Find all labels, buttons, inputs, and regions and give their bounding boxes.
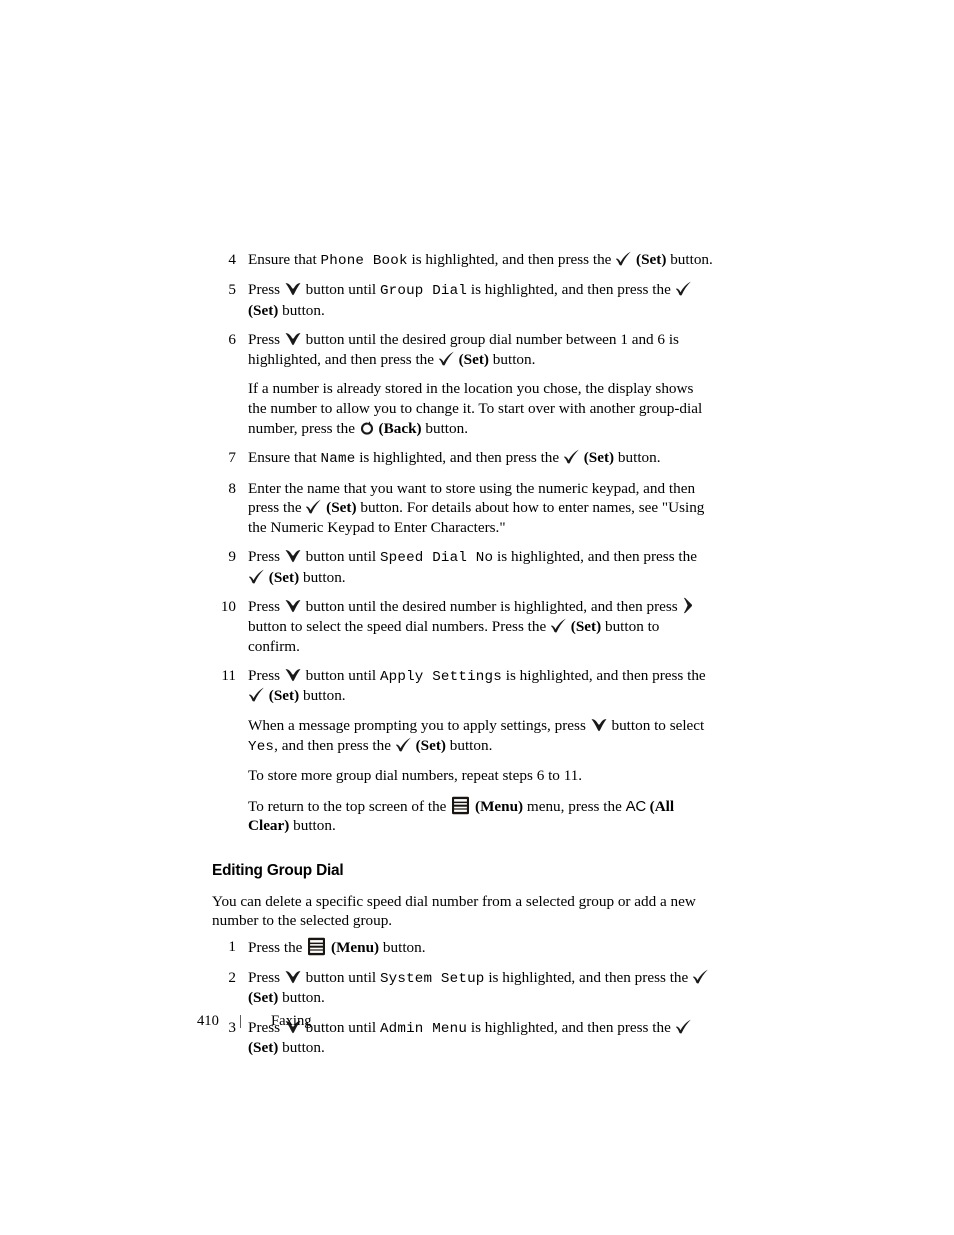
step-item: 2 Press button until System Setup is high… — [212, 968, 714, 1008]
step-number: 6 — [228, 331, 236, 349]
section-intro-paragraph: You can delete a specific speed dial num… — [212, 892, 696, 930]
checkmark-set-icon — [395, 737, 412, 752]
button-name-label: (Set) — [248, 988, 279, 1006]
footer-separator: | — [239, 1013, 242, 1029]
back-arrow-icon — [359, 421, 375, 436]
step-number: 11 — [221, 667, 236, 685]
step-item: 11 Press button until Apply Settings is h… — [212, 666, 714, 706]
step-item: 1 Press the (Menu) button. — [212, 937, 714, 958]
note-apply-settings: When a message prompting you to apply se… — [248, 717, 705, 755]
button-name-label: (Set) — [579, 449, 615, 467]
checkmark-set-icon — [675, 1019, 692, 1034]
step-text: Ensure that Phone Book is highlighted, a… — [248, 251, 713, 269]
button-name-label: (Set) — [567, 617, 602, 635]
down-arrow-icon — [285, 970, 301, 984]
step-number: 8 — [228, 479, 236, 497]
steps-list-editing-group-dial: 1 Press the (Menu) button. 2 Press button u… — [212, 937, 714, 1057]
button-name-label: (Set) — [632, 251, 667, 268]
checkmark-set-icon — [305, 499, 322, 514]
step-item: 5 Press button until Group Dial is highli… — [212, 280, 714, 320]
step-text: Press button until System Setup is highl… — [248, 968, 714, 1008]
step-item: 4 Ensure that Phone Book is highlighted, … — [212, 250, 714, 270]
down-arrow-icon — [285, 282, 301, 296]
right-chevron-icon — [682, 597, 694, 614]
step-text: Ensure that Name is highlighted, and the… — [248, 449, 661, 468]
checkmark-set-icon — [563, 449, 580, 464]
note-return-top-screen: To return to the top screen of the (Menu… — [248, 796, 675, 835]
step-text: Press button until Group Dial is highlig… — [248, 280, 714, 320]
all-clear-icon: AC — [625, 797, 647, 815]
down-arrow-icon — [285, 332, 301, 346]
down-arrow-icon — [285, 599, 301, 613]
step-item: 9 Press button until Speed Dial No is hig… — [212, 547, 714, 587]
display-label: Group Dial — [379, 283, 468, 300]
checkmark-set-icon — [438, 351, 455, 366]
display-label: Apply Settings — [379, 669, 502, 686]
step-text: Press button until the desired number is… — [248, 597, 714, 656]
footer-page-number: 410 — [197, 1013, 219, 1029]
checkmark-set-icon — [615, 251, 632, 266]
step-number: 10 — [220, 598, 236, 616]
step-text: Press button until the desired group dia… — [248, 331, 679, 368]
steps-list-continued-2: 7 Ensure that Name is highlighted, and th… — [212, 448, 714, 706]
step-number: 5 — [228, 281, 236, 299]
button-name-label: (Set) — [411, 736, 446, 754]
button-name-label: (Back) — [374, 419, 422, 437]
step-number: 4 — [228, 251, 236, 268]
button-name-label: (Set) — [322, 499, 357, 517]
checkmark-set-icon — [248, 687, 265, 702]
menu-icon — [307, 937, 326, 956]
button-name-label: (Set) — [265, 568, 300, 586]
down-arrow-icon — [285, 668, 301, 682]
checkmark-set-icon — [692, 969, 709, 984]
note-repeat-steps: To store more group dial numbers, repeat… — [248, 767, 583, 785]
step-text: Press button until Speed Dial No is high… — [248, 548, 697, 586]
display-label: System Setup — [379, 970, 485, 987]
display-label: Phone Book — [320, 253, 408, 269]
step-text: Press button until Apply Settings is hig… — [248, 667, 706, 705]
page-content: 4 Ensure that Phone Book is highlighted, … — [212, 250, 714, 1068]
step-item: 6 Press button until the desired group di… — [212, 330, 714, 369]
button-name-label: (Menu) — [327, 939, 380, 957]
button-name-label: (Set) — [265, 687, 300, 705]
display-label: Name — [320, 451, 356, 468]
page-footer: 410 | Faxing — [197, 1013, 597, 1030]
checkmark-set-icon — [675, 281, 692, 296]
step-item: 8 Enter the name that you want to store u… — [212, 479, 714, 538]
menu-icon — [451, 796, 470, 815]
step-item: 7 Ensure that Name is highlighted, and th… — [212, 448, 714, 468]
checkmark-set-icon — [248, 569, 265, 584]
footer-section-name: Faxing — [271, 1013, 312, 1029]
display-label: Speed Dial No — [379, 550, 494, 567]
down-arrow-icon — [591, 718, 607, 732]
checkmark-set-icon — [550, 618, 567, 633]
display-label: Yes — [248, 738, 275, 755]
button-name-label: (Menu) — [471, 797, 524, 815]
step-number: 7 — [228, 449, 236, 467]
step-text: Enter the name that you want to store us… — [248, 479, 705, 536]
button-name-label: (Set) — [248, 1038, 279, 1056]
button-name-label: (Set) — [248, 301, 279, 319]
step-text: Press the (Menu) button. — [248, 937, 426, 957]
step-number: 1 — [228, 938, 236, 956]
steps-list-continued: 4 Ensure that Phone Book is highlighted, … — [212, 250, 714, 369]
document-page: 4 Ensure that Phone Book is highlighted, … — [0, 0, 954, 1235]
down-arrow-icon — [285, 549, 301, 563]
step-number: 2 — [228, 968, 236, 986]
button-name-label: (Set) — [454, 350, 489, 368]
note-group-dial-stored: If a number is already stored in the loc… — [248, 380, 703, 437]
section-heading-editing-group-dial: Editing Group Dial — [212, 861, 344, 879]
step-number: 9 — [228, 548, 236, 566]
step-item: 10 Press button until the desired number … — [212, 597, 714, 656]
